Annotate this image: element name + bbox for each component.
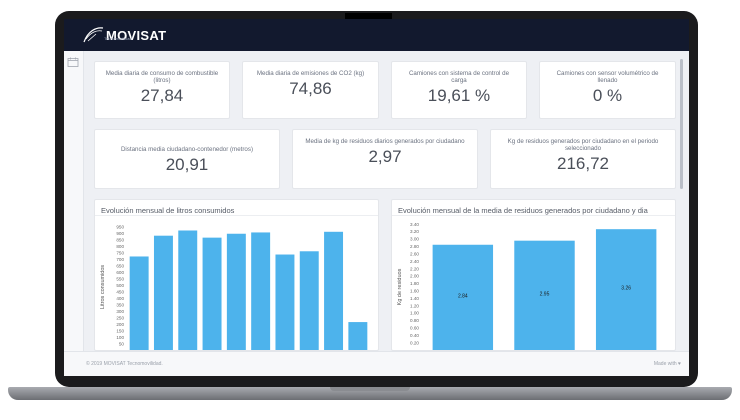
y-tick-label: 200 [116, 322, 124, 327]
y-tick-label: 400 [116, 296, 124, 301]
y-tick-label: 1.60 [410, 289, 419, 294]
y-tick-label: 0.40 [410, 333, 419, 338]
kpi-card-volumetric-sensor: Camiones con sensor volumétrico de llena… [539, 61, 676, 119]
fuel-chart-panel: Evolución mensual de litros consumidos L… [94, 199, 379, 351]
calendar-icon[interactable] [67, 57, 79, 67]
bar-data-label: 2.95 [540, 291, 550, 297]
bar[interactable] [324, 231, 344, 350]
laptop-hinge-notch [330, 387, 410, 391]
bar-data-label: 2.84 [458, 293, 468, 299]
vertical-scrollbar[interactable] [680, 59, 683, 189]
kpi-card-daily-waste: Media de kg de residuos diarios generado… [292, 129, 478, 189]
kpi-value: 216,72 [557, 154, 609, 174]
y-tick-label: 2.00 [410, 274, 419, 279]
y-tick-label: 300 [116, 309, 124, 314]
y-tick-label: 50 [119, 341, 125, 346]
y-tick-label: 0.80 [410, 318, 419, 323]
movisat-logo[interactable]: MOVISAT [82, 23, 166, 47]
kpi-value: 74,86 [289, 79, 332, 99]
main-content: Media diaria de consumo de combustible (… [84, 51, 689, 351]
y-tick-label: 3.20 [410, 229, 419, 234]
footer: © 2019 MOVISAT Tecnomovilidad. Made with… [64, 351, 689, 376]
bar[interactable] [348, 322, 368, 350]
y-tick-label: 750 [116, 250, 124, 255]
bar[interactable] [153, 235, 173, 350]
y-tick-label: 250 [116, 315, 124, 320]
bar[interactable] [178, 230, 198, 350]
y-tick-label: 2.20 [410, 266, 419, 271]
y-tick-label: 350 [116, 302, 124, 307]
y-tick-label: 0.20 [410, 340, 419, 345]
y-axis-label: Kg de residuos [397, 268, 403, 305]
y-tick-label: 0.60 [410, 326, 419, 331]
y-axis-label: Litros consumidos [100, 265, 106, 310]
kpi-label: Distancia media ciudadano-contenedor (me… [120, 146, 254, 153]
kpi-label: Camiones con sensor volumétrico de llena… [556, 70, 659, 85]
copyright-text: © 2019 MOVISAT Tecnomovilidad. [86, 361, 163, 367]
y-tick-label: 3.00 [410, 237, 419, 242]
waste-chart-panel: Evolución mensual de la media de residuo… [391, 199, 676, 351]
y-tick-label: 3.40 [410, 222, 419, 227]
kpi-value: 19,61 % [427, 86, 491, 106]
logo-swoosh-icon [83, 27, 104, 43]
kpi-value: 27,84 [140, 86, 184, 106]
dashboard-screen: MOVISAT Tecnomovilidad Media diaria de c… [64, 19, 689, 376]
kpi-label: Media de kg de residuos diarios generado… [305, 138, 465, 145]
y-tick-label: 550 [116, 276, 124, 281]
chart-title: Evolución mensual de litros consumidos [95, 200, 378, 216]
sidebar [64, 51, 84, 351]
y-tick-label: 2.60 [410, 251, 419, 256]
made-with-text: Made with ♥ [653, 361, 681, 367]
kpi-card-co2: Media diaria de emisiones de CO2 (kg) 74… [242, 61, 379, 119]
y-tick-label: 650 [116, 263, 124, 268]
bar[interactable] [129, 256, 149, 350]
y-tick-label: 150 [116, 328, 124, 333]
kpi-card-distance: Distancia media ciudadano-contenedor (me… [94, 129, 280, 189]
kpi-label: Kg de residuos generados por ciudadano e… [507, 138, 659, 153]
bar-data-label: 3.26 [621, 286, 631, 292]
y-tick-label: 2.40 [410, 259, 419, 264]
kpi-card-load-control: Camiones con sistema de control de carga… [391, 61, 527, 119]
y-tick-label: 850 [116, 237, 124, 242]
brand-tagline: Tecnomovilidad [104, 36, 132, 41]
chart-title: Evolución mensual de la media de residuo… [392, 200, 675, 216]
y-tick-label: 600 [116, 270, 124, 275]
kpi-label: Media diaria de consumo de combustible (… [105, 70, 219, 85]
y-tick-label: 1.20 [410, 303, 419, 308]
kpi-label: Media diaria de emisiones de CO2 (kg) [256, 70, 365, 77]
fuel-bar-chart: Litros consumidos 950 900850 800750 700650 60… [100, 224, 368, 350]
y-tick-label: 100 [116, 335, 124, 340]
kpi-card-period-waste: Kg de residuos generados por ciudadano e… [490, 129, 676, 189]
kpi-card-fuel: Media diaria de consumo de combustible (… [94, 61, 230, 119]
top-navbar: MOVISAT Tecnomovilidad [64, 19, 689, 51]
bar[interactable] [226, 233, 246, 350]
y-tick-label: 450 [116, 289, 124, 294]
y-tick-label: 700 [116, 257, 124, 262]
y-tick-label: 500 [116, 283, 124, 288]
bar[interactable] [299, 251, 319, 350]
y-tick-label: 2.80 [410, 244, 419, 249]
y-tick-label: 800 [116, 244, 124, 249]
y-tick-label: 1.00 [410, 311, 419, 316]
bar[interactable] [275, 254, 295, 350]
bar[interactable] [251, 232, 271, 350]
y-tick-label: 1.80 [410, 281, 419, 286]
waste-bar-chart: Kg de residuos 3.40 3.20 3.00 2.80 2.60 2.40 2.… [397, 222, 657, 350]
kpi-value: 0 % [592, 86, 623, 106]
y-tick-label: 900 [116, 231, 124, 236]
kpi-label: Camiones con sistema de control de carga [408, 70, 510, 85]
y-tick-label: 950 [116, 224, 124, 229]
bar[interactable] [202, 237, 222, 350]
kpi-value: 2,97 [368, 147, 402, 167]
laptop-frame: MOVISAT Tecnomovilidad Media diaria de c… [0, 0, 740, 420]
y-tick-label: 1.40 [410, 296, 419, 301]
kpi-value: 20,91 [165, 155, 209, 175]
